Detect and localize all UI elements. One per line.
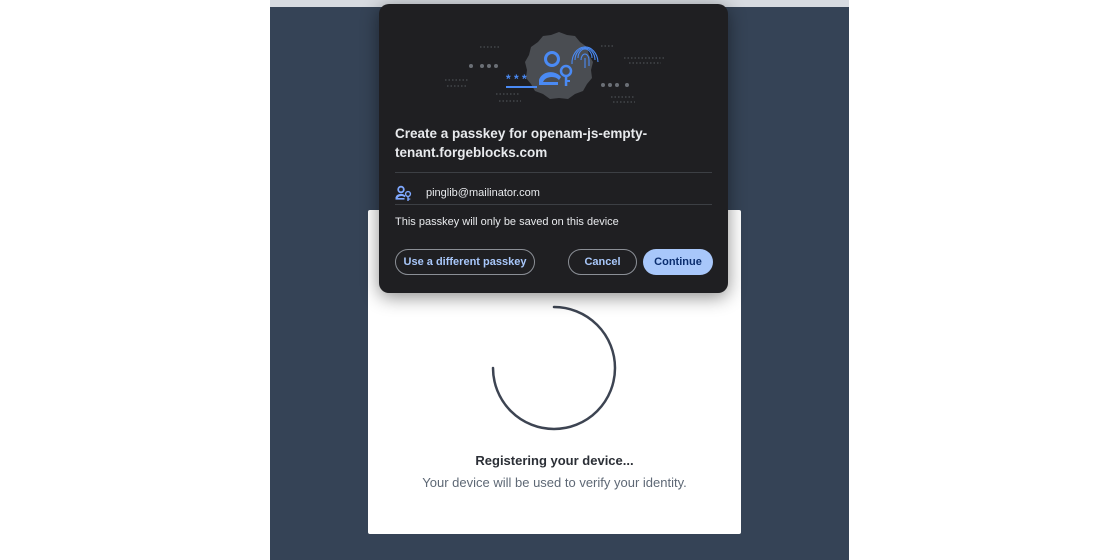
page: Registering your device... Your device w… xyxy=(0,0,1120,560)
svg-text:* * *: * * * xyxy=(506,72,527,86)
registration-title: Registering your device... xyxy=(475,453,634,468)
account-row: pinglib@mailinator.com xyxy=(395,179,712,207)
divider-bottom xyxy=(395,204,712,205)
divider-top xyxy=(395,172,712,173)
registration-subtitle: Your device will be used to verify your … xyxy=(422,475,687,490)
dialog-title: Create a passkey for openam-js-empty-ten… xyxy=(395,126,648,160)
device-note: This passkey will only be saved on this … xyxy=(395,216,619,228)
person-key-icon xyxy=(395,185,413,201)
account-email: pinglib@mailinator.com xyxy=(426,187,540,199)
passkey-illustration-icon: * * * xyxy=(445,32,664,103)
use-different-passkey-button[interactable]: Use a different passkey xyxy=(395,249,535,275)
cancel-button[interactable]: Cancel xyxy=(568,249,637,275)
continue-button[interactable]: Continue xyxy=(643,249,713,275)
passkey-dialog: * * * Create a passkey for openam-js-emp… xyxy=(379,4,728,293)
loading-spinner-icon xyxy=(491,305,617,431)
